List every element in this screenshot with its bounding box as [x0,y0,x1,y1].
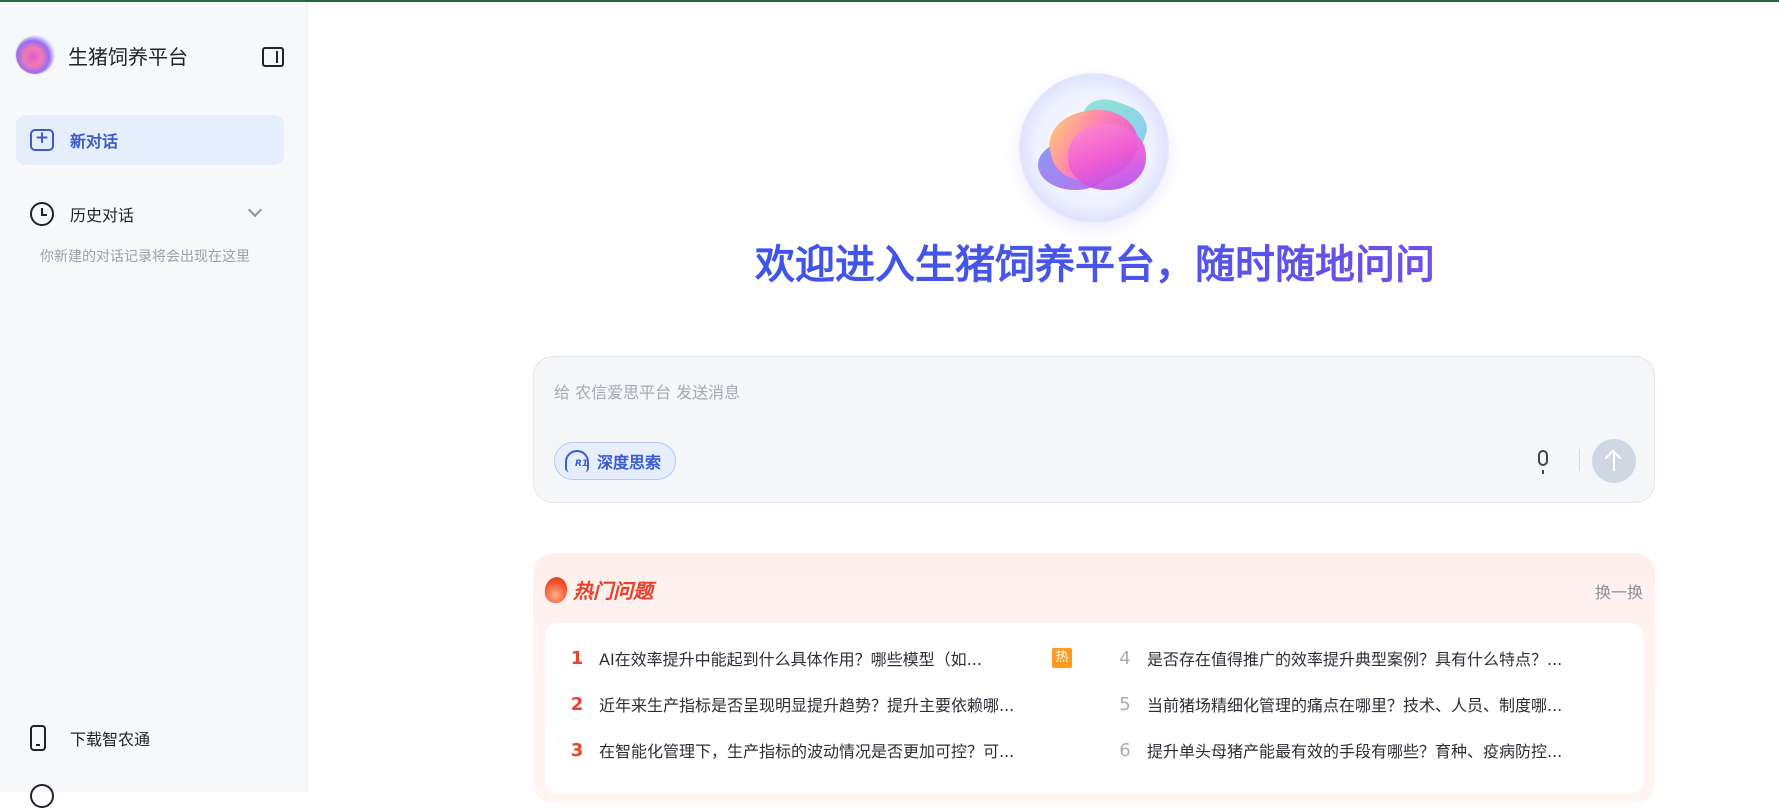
brand[interactable]: 生猪饲养平台 [16,36,188,74]
question-number: 1 [570,647,584,669]
brand-logo [16,36,54,74]
swap-button[interactable]: 换一换 [1595,579,1643,603]
question-number: 5 [1119,693,1131,715]
hot-questions-title: 热门问题 [573,579,653,603]
question-text: AI在效率提升中能起到什么具体作用？哪些模型（如... [599,650,982,669]
hot-questions-panel: 热门问题 换一换 1 AI在效率提升中能起到什么具体作用？哪些模型（如... 热… [533,553,1655,803]
hot-badge: 热 [1052,648,1072,668]
question-number: 3 [570,739,584,761]
welcome-title: 欢迎进入生猪饲养平台，随时随地问问 [700,232,1490,290]
new-chat-label: 新对话 [70,132,119,151]
send-button[interactable] [1592,439,1636,483]
message-composer[interactable]: 给 农信爱思平台 发送消息 深度思索 [533,356,1655,503]
hot-question-item[interactable]: 4 是否存在值得推广的效率提升典型案例？具有什么特点？... [1115,643,1622,673]
question-text: 是否存在值得推广的效率提升典型案例？具有什么特点？... [1147,650,1563,669]
brand-name: 生猪饲养平台 [68,44,188,69]
sidebar-toggle-icon[interactable] [262,47,284,67]
history-icon [30,202,54,226]
user-icon[interactable] [30,784,54,808]
new-chat-button[interactable]: 新对话 [16,115,284,165]
new-chat-icon [30,128,54,151]
history-empty-text: 你新建的对话记录将会出现在这里 [40,249,250,265]
question-text: 当前猪场精细化管理的痛点在哪里？技术、人员、制度哪... [1147,696,1563,715]
history-label: 历史对话 [70,206,135,225]
history-toggle[interactable]: 历史对话 [16,197,284,231]
deep-think-icon [565,450,589,472]
hot-question-item[interactable]: 3 在智能化管理下，生产指标的波动情况是否更加可控？可... [567,735,1074,765]
microphone-icon[interactable] [1538,450,1548,474]
hot-question-item[interactable]: 1 AI在效率提升中能起到什么具体作用？哪些模型（如... 热 [567,643,1072,673]
divider [1579,449,1580,471]
question-text: 提升单头母猪产能最有效的手段有哪些？育种、疫病防控... [1147,742,1563,761]
message-input[interactable]: 给 农信爱思平台 发送消息 [554,379,740,403]
deep-think-label: 深度思索 [597,453,662,472]
hot-question-item[interactable]: 5 当前猪场精细化管理的痛点在哪里？技术、人员、制度哪... [1115,689,1622,719]
hot-question-item[interactable]: 2 近年来生产指标是否呈现明显提升趋势？提升主要依赖哪... [567,689,1074,719]
question-text: 近年来生产指标是否呈现明显提升趋势？提升主要依赖哪... [599,696,1015,715]
question-number: 4 [1119,647,1131,669]
download-app-label: 下载智农通 [70,730,151,749]
chevron-down-icon[interactable] [247,202,263,218]
phone-icon [30,725,46,751]
download-app-link[interactable]: 下载智农通 [30,725,150,751]
question-number: 6 [1119,739,1131,761]
question-number: 2 [570,693,584,715]
sidebar: 生猪饲养平台 新对话 历史对话 你新建的对话记录将会出现在这里 下载智农通 [0,2,308,808]
assistant-logo [1020,74,1168,222]
question-text: 在智能化管理下，生产指标的波动情况是否更加可控？可... [599,742,1015,761]
flame-icon [542,574,570,605]
hot-question-item[interactable]: 6 提升单头母猪产能最有效的手段有哪些？育种、疫病防控... [1115,735,1622,765]
deep-think-button[interactable]: 深度思索 [554,442,677,480]
hot-questions-header: 热门问题 [542,574,653,605]
hot-questions-list: 1 AI在效率提升中能起到什么具体作用？哪些模型（如... 热 2 近年来生产指… [545,623,1643,793]
